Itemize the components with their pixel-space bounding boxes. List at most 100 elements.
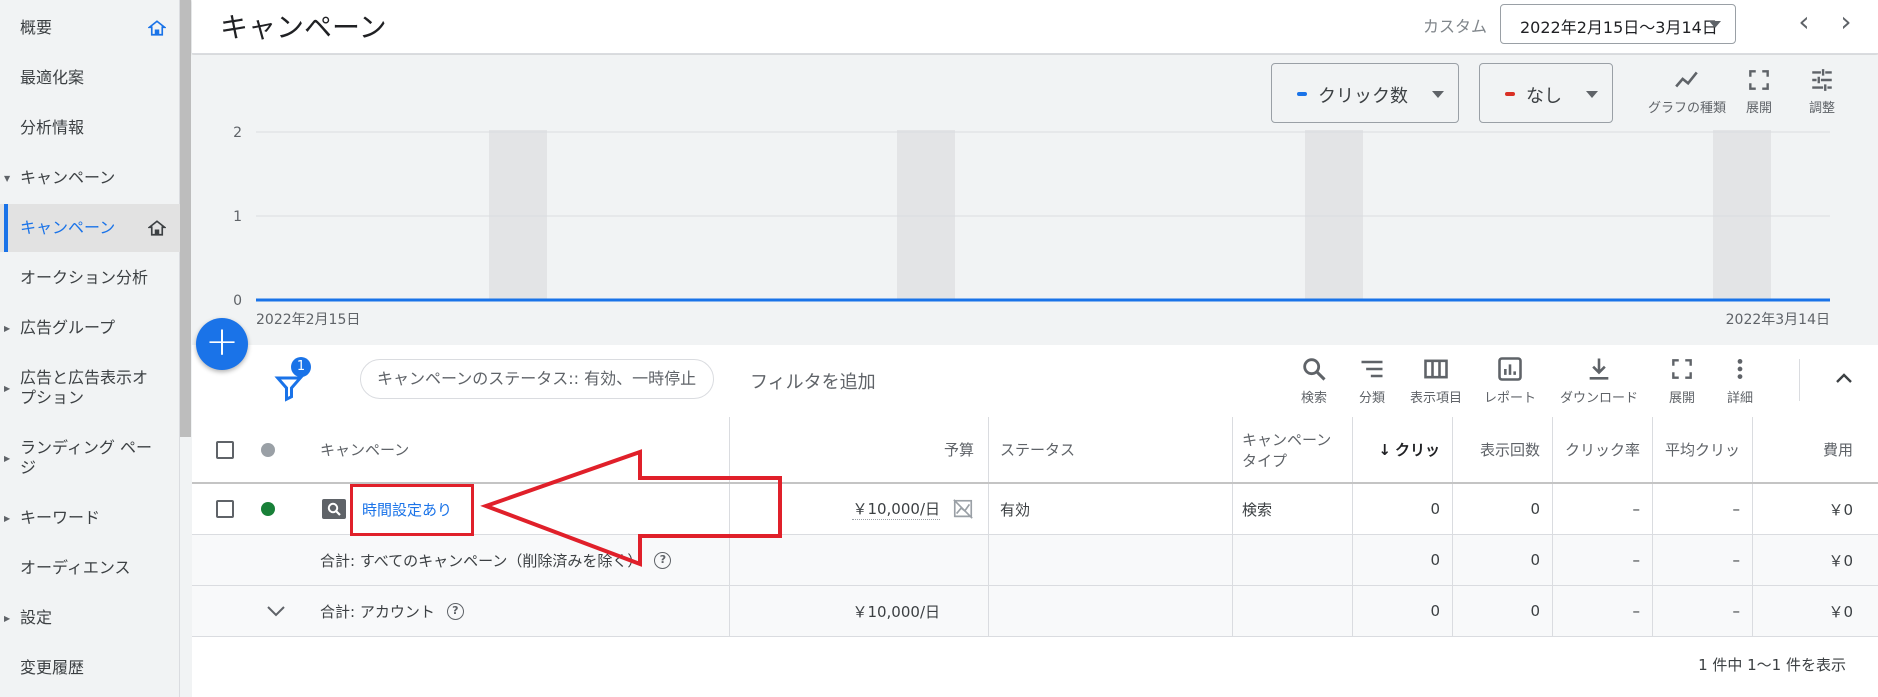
add-campaign-button[interactable]: +	[196, 318, 248, 370]
impressions-value: 0	[1530, 551, 1540, 569]
caret-right-icon: ▶	[4, 613, 11, 623]
no-chart-icon	[953, 499, 973, 519]
caret-down-icon: ▼	[4, 173, 11, 183]
chart-expand-button[interactable]: 展開	[1724, 67, 1794, 116]
segment-button[interactable]: 分類	[1347, 355, 1397, 406]
filter-icon[interactable]	[274, 373, 304, 403]
cost-value: ￥0	[1828, 602, 1853, 621]
sidebar-item-ad-groups[interactable]: ▶ 広告グループ	[0, 314, 180, 342]
column-divider	[1232, 535, 1233, 585]
cost-value: ￥0	[1828, 551, 1853, 570]
home-icon	[148, 220, 166, 236]
metric2-select[interactable]: なし	[1479, 63, 1613, 123]
column-divider	[988, 535, 989, 585]
sidebar-item-label: 変更履歴	[20, 658, 85, 677]
chart-adjust-button[interactable]: 調整	[1787, 67, 1857, 116]
tune-icon	[1812, 69, 1832, 91]
expand-row-button[interactable]	[264, 586, 288, 636]
sidebar-item-overview[interactable]: 概要	[0, 14, 180, 42]
campaign-type-badge	[322, 484, 346, 534]
caret-right-icon: ▶	[4, 383, 11, 393]
sidebar-item-label: 最適化案	[20, 68, 85, 87]
metric1-select[interactable]: クリック数	[1271, 63, 1459, 123]
col-clicks-header-label: クリッ	[1394, 441, 1440, 459]
sidebar-item-label: 広告グループ	[20, 318, 116, 337]
date-range-value: 2022年2月15日～3月14日	[1520, 18, 1718, 37]
more-button[interactable]: 詳細	[1720, 355, 1760, 406]
col-type-header[interactable]: キャンペーン タイプ	[1242, 417, 1331, 482]
sidebar-scrollbar[interactable]	[180, 0, 191, 437]
sidebar-item-keywords[interactable]: ▶ キーワード	[0, 504, 180, 532]
total-account-text: 合計: アカウント	[320, 602, 435, 621]
table-total-row: 合計: すべてのキャンペーン（削除済みを除く） ? 0 0 – – ￥0	[192, 535, 1878, 586]
sidebar-item-label: キャンペーン	[20, 218, 116, 237]
col-impressions-header[interactable]: 表示回数	[1453, 417, 1552, 482]
segment-icon	[1361, 360, 1383, 378]
page-header: キャンペーン カスタム 2022年2月15日～3月14日 ‹ ›	[192, 0, 1878, 54]
col-cost-header[interactable]: 費用	[1753, 417, 1865, 482]
avg-cpc-value: –	[1732, 602, 1741, 620]
col-campaign-header[interactable]: キャンペーン	[320, 417, 409, 482]
sidebar-item-campaigns-group[interactable]: ▼ キャンペーン	[0, 164, 180, 192]
status-filter-chip[interactable]: キャンペーンのステータス:: 有効、一時停止	[360, 359, 714, 399]
type-value: 検索	[1242, 500, 1273, 519]
col-avg-cpc-header[interactable]: 平均クリッ	[1653, 417, 1752, 482]
dropdown-arrow-icon	[1432, 91, 1444, 98]
table-expand-label: 展開	[1668, 391, 1695, 406]
sidebar-item-label: キャンペーン	[20, 168, 116, 187]
status-filter-dot[interactable]	[261, 442, 275, 457]
status-value[interactable]: 有効	[1000, 484, 1030, 534]
avg-cpc-value: –	[1732, 551, 1741, 569]
reports-button[interactable]: レポート	[1480, 355, 1540, 406]
sidebar-item-label: 分析情報	[20, 118, 85, 137]
clicks-value: 0	[1430, 551, 1440, 569]
toolbar-divider	[1799, 359, 1800, 401]
total-account-label: 合計: アカウント ?	[320, 586, 464, 636]
search-campaign-icon	[322, 499, 346, 519]
metric1-color-swatch	[1297, 92, 1307, 96]
sidebar-item-settings[interactable]: ▶ 設定	[0, 604, 180, 632]
more-vert-icon	[1737, 359, 1743, 379]
caret-right-icon: ▶	[4, 453, 11, 463]
columns-label: 表示項目	[1409, 391, 1462, 406]
sidebar-item-ads-extensions[interactable]: ▶ 広告と広告表示オプション	[0, 364, 180, 412]
select-all-checkbox[interactable]	[216, 440, 234, 459]
filter-count-badge: 1	[291, 357, 311, 377]
sidebar-item-insights[interactable]: 分析情報	[0, 114, 180, 142]
x-end-label: 2022年3月14日	[1726, 312, 1830, 328]
sidebar-item-recommendations[interactable]: 最適化案	[0, 64, 180, 92]
download-button[interactable]: ダウンロード	[1554, 355, 1644, 406]
sidebar-item-audiences[interactable]: オーディエンス	[0, 554, 180, 582]
sidebar-item-auction-insights[interactable]: オークション分析	[0, 264, 180, 292]
impressions-value: 0	[1530, 602, 1540, 620]
caret-right-icon: ▶	[4, 513, 11, 523]
chevron-right-icon[interactable]: ›	[1832, 8, 1860, 38]
row-checkbox[interactable]	[216, 500, 234, 518]
sidebar-item-label: 設定	[20, 608, 53, 627]
column-divider	[988, 417, 989, 482]
table-expand-button[interactable]: 展開	[1662, 355, 1702, 406]
date-range-select[interactable]: 2022年2月15日～3月14日	[1500, 4, 1736, 44]
pagination-summary: 1 件中 1～1 件を表示	[1698, 656, 1846, 674]
search-button[interactable]: 検索	[1289, 355, 1339, 406]
table-total-row: 合計: アカウント ? ￥10,000/日 0 0 – – ￥0	[192, 586, 1878, 637]
sidebar-item-change-history[interactable]: 変更履歴	[0, 654, 180, 682]
budget-value[interactable]: ￥10,000/日	[852, 498, 940, 520]
sidebar-item-landing-pages[interactable]: ▶ ランディング ページ	[0, 434, 180, 482]
reports-label: レポート	[1483, 391, 1536, 406]
sidebar-item-campaigns[interactable]: キャンペーン	[0, 204, 180, 252]
highlight-box	[350, 484, 474, 536]
chart-expand-label: 展開	[1745, 101, 1772, 116]
columns-button[interactable]: 表示項目	[1405, 355, 1467, 406]
column-divider	[1232, 417, 1233, 482]
chart-type-button[interactable]: グラフの種類	[1642, 67, 1732, 116]
col-ctr-header[interactable]: クリック率	[1553, 417, 1652, 482]
collapse-up-icon[interactable]	[1832, 367, 1856, 391]
help-icon[interactable]: ?	[446, 602, 464, 620]
enabled-status-dot[interactable]	[261, 502, 275, 516]
add-filter-button[interactable]: フィルタを追加	[750, 368, 876, 394]
col-status-header[interactable]: ステータス	[1000, 417, 1075, 482]
chevron-left-icon[interactable]: ‹	[1790, 8, 1818, 38]
col-clicks-header[interactable]: ↓ クリッ	[1353, 417, 1452, 482]
y-tick-label: 1	[233, 209, 242, 225]
